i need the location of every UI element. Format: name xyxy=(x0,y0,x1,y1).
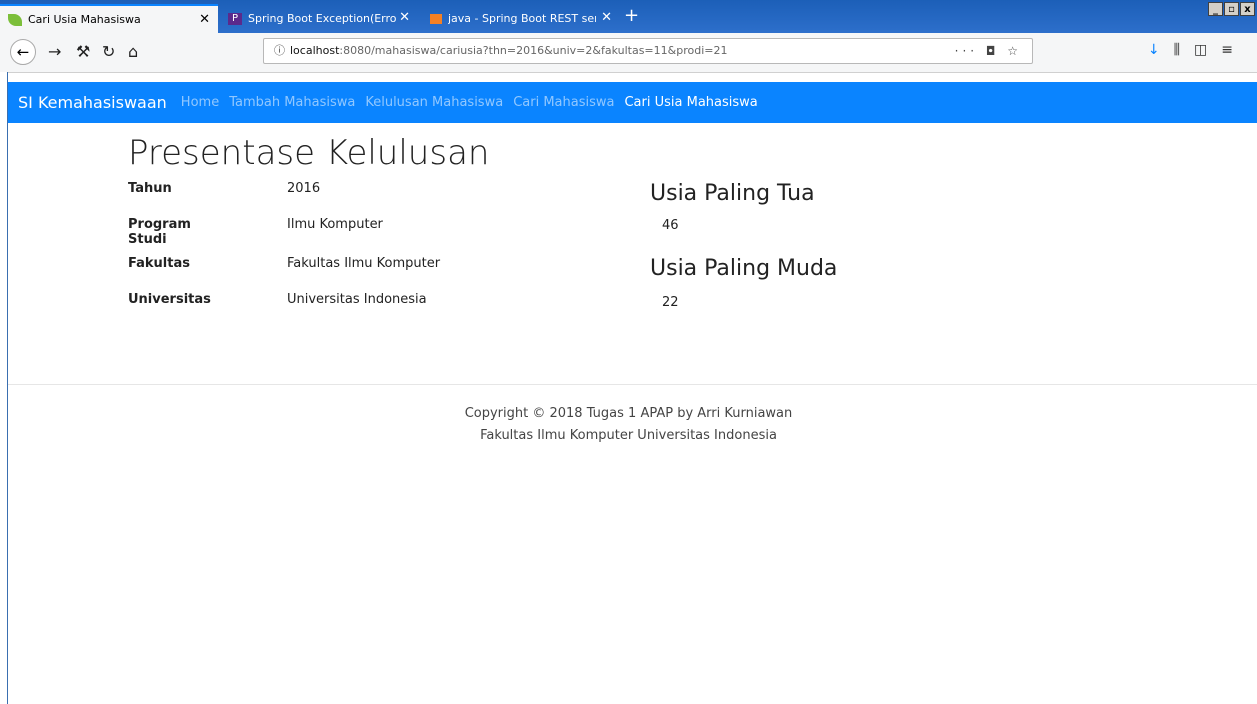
youngest-heading: Usia Paling Muda xyxy=(650,256,838,281)
nav-cari-usia-mahasiswa[interactable]: Cari Usia Mahasiswa xyxy=(624,95,757,110)
window-edge xyxy=(0,72,8,704)
minimize-icon[interactable]: _ xyxy=(1208,2,1223,16)
nav-tambah-mahasiswa[interactable]: Tambah Mahasiswa xyxy=(229,95,355,110)
wrench-icon[interactable]: ⚒ xyxy=(76,42,90,61)
window-controls: _ ▫ x xyxy=(1207,2,1255,16)
url-bar[interactable]: ⓘ localhost:8080/mahasiswa/cariusia?thn=… xyxy=(263,38,1033,64)
info-icon[interactable]: ⓘ xyxy=(274,39,285,63)
detail-value: 2016 xyxy=(287,181,321,196)
tab-title: Cari Usia Mahasiswa xyxy=(28,13,141,26)
page-actions-icon[interactable]: ··· ◘ ☆ xyxy=(955,39,1022,63)
nav-cari-mahasiswa[interactable]: Cari Mahasiswa xyxy=(513,95,614,110)
detail-key: Universitas xyxy=(128,292,211,307)
new-tab-icon[interactable]: + xyxy=(624,5,639,26)
close-window-icon[interactable]: x xyxy=(1240,2,1255,16)
forward-icon[interactable]: → xyxy=(48,42,61,61)
menu-icon[interactable]: ≡ xyxy=(1221,42,1247,58)
toolbar-icons: ↓⫼◫≡ xyxy=(1148,42,1247,58)
tab-spring-boot-exception[interactable]: P Spring Boot Exception(Error) Hand ✕ xyxy=(220,4,418,33)
footer-institution: Fakultas Ilmu Komputer Universitas Indon… xyxy=(480,428,777,443)
p-favicon-icon: P xyxy=(228,12,242,25)
footer-copyright: Copyright © 2018 Tugas 1 APAP by Arri Ku… xyxy=(464,406,793,421)
download-icon[interactable]: ↓ xyxy=(1148,42,1174,58)
detail-value: Ilmu Komputer xyxy=(287,217,383,232)
nav-kelulusan-mahasiswa[interactable]: Kelulusan Mahasiswa xyxy=(365,95,503,110)
detail-key: Fakultas xyxy=(128,256,190,271)
library-icon[interactable]: ⫼ xyxy=(1174,42,1194,58)
back-icon[interactable]: ← xyxy=(10,39,36,65)
app-navbar: SI Kemahasiswaan Home Tambah Mahasiswa K… xyxy=(0,82,1257,123)
footer: Copyright © 2018 Tugas 1 APAP by Arri Ku… xyxy=(0,403,1257,447)
detail-key: Program Studi xyxy=(128,217,191,247)
detail-value: Universitas Indonesia xyxy=(287,292,427,307)
leaf-favicon-icon xyxy=(8,13,22,26)
page-title: Presentase Kelulusan xyxy=(128,133,490,173)
close-tab-icon[interactable]: ✕ xyxy=(601,10,612,25)
url-text: localhost:8080/mahasiswa/cariusia?thn=20… xyxy=(290,44,728,57)
brand-link[interactable]: SI Kemahasiswaan xyxy=(18,93,167,112)
browser-toolbar: ← → ⚒ ↻ ⌂ ⓘ localhost:8080/mahasiswa/car… xyxy=(0,33,1257,73)
tab-cari-usia[interactable]: Cari Usia Mahasiswa ✕ xyxy=(0,4,218,33)
reload-icon[interactable]: ↻ xyxy=(102,42,115,61)
tab-title: java - Spring Boot REST service ex xyxy=(448,12,596,25)
detail-value: Fakultas Ilmu Komputer xyxy=(287,256,441,271)
close-tab-icon[interactable]: ✕ xyxy=(399,10,410,25)
footer-divider xyxy=(8,384,1257,385)
youngest-value: 22 xyxy=(662,295,679,310)
oldest-heading: Usia Paling Tua xyxy=(650,181,815,206)
tab-java-spring-boot[interactable]: java - Spring Boot REST service ex ✕ xyxy=(422,4,620,33)
nav-home[interactable]: Home xyxy=(181,95,219,110)
home-icon[interactable]: ⌂ xyxy=(128,42,138,61)
sidebar-icon[interactable]: ◫ xyxy=(1194,42,1221,58)
restore-icon[interactable]: ▫ xyxy=(1224,2,1239,16)
close-tab-icon[interactable]: ✕ xyxy=(199,12,210,27)
detail-key: Tahun xyxy=(128,181,172,196)
browser-tab-bar: Cari Usia Mahasiswa ✕ P Spring Boot Exce… xyxy=(0,0,1257,33)
stackoverflow-favicon-icon xyxy=(430,13,442,24)
oldest-value: 46 xyxy=(662,218,679,233)
tab-title: Spring Boot Exception(Error) Hand xyxy=(248,12,396,25)
